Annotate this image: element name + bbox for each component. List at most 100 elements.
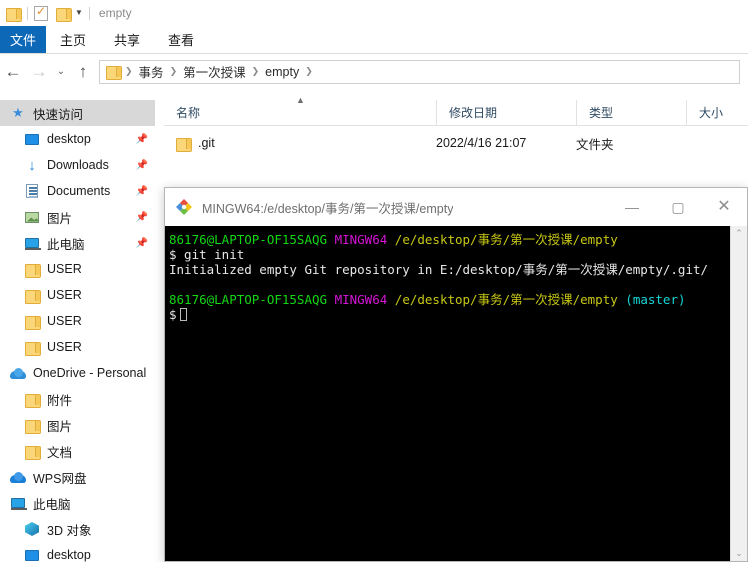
up-arrow-icon[interactable]: ↑ bbox=[70, 59, 96, 85]
sidebar-item-1[interactable]: desktop 📌 bbox=[0, 126, 155, 152]
onedrive-cloud-icon bbox=[10, 365, 26, 381]
terminal-title-bar[interactable]: MINGW64:/e/desktop/事务/第一次授课/empty — ▢ ✕ bbox=[165, 188, 747, 226]
monitor-icon bbox=[24, 131, 40, 147]
terminal-span bbox=[387, 232, 395, 247]
sidebar-item-7[interactable]: USER bbox=[0, 282, 155, 308]
sidebar-item-8[interactable]: USER bbox=[0, 308, 155, 334]
recent-locations-chevron-down-icon[interactable]: ⌄ bbox=[52, 59, 70, 85]
column-header-size[interactable]: 大小 bbox=[686, 100, 748, 125]
tab-home[interactable]: 主页 bbox=[46, 26, 100, 53]
terminal-scrollbar[interactable]: ⌃ ⌄ bbox=[730, 226, 747, 561]
folder-icon bbox=[24, 443, 41, 460]
folder-icon bbox=[24, 391, 41, 408]
sidebar-item-16[interactable]: 3D 对象 bbox=[0, 516, 155, 542]
breadcrumb-separator: ❯ bbox=[251, 66, 260, 76]
breadcrumb-item-0[interactable]: 事务 bbox=[135, 62, 168, 81]
sidebar-item-label: USER bbox=[47, 340, 82, 354]
terminal-span bbox=[327, 232, 335, 247]
terminal-span: $ bbox=[169, 307, 177, 322]
wps-cloud-icon bbox=[10, 469, 26, 485]
pin-icon[interactable]: 📌 bbox=[136, 186, 148, 197]
folder-icon bbox=[106, 65, 122, 80]
sidebar-item-0[interactable]: ★ 快速访问 bbox=[0, 100, 155, 126]
terminal-output[interactable]: 86176@LAPTOP-OF15SAQG MINGW64 /e/desktop… bbox=[165, 226, 730, 561]
pin-icon[interactable]: 📌 bbox=[136, 160, 148, 171]
pin-icon[interactable]: 📌 bbox=[136, 238, 148, 249]
pin-icon[interactable]: 📌 bbox=[136, 134, 148, 145]
3d-object-icon bbox=[24, 521, 40, 537]
sidebar-item-4[interactable]: 图片 📌 bbox=[0, 204, 155, 230]
sidebar-item-label: OneDrive - Personal bbox=[33, 366, 147, 380]
sidebar-item-label: 图片 bbox=[47, 211, 73, 226]
folder-icon bbox=[24, 261, 41, 278]
monitor-icon bbox=[24, 547, 40, 562]
window-controls: — ▢ ✕ bbox=[609, 188, 747, 226]
scroll-down-arrow-icon[interactable]: ⌄ bbox=[735, 546, 743, 561]
folder-icon bbox=[176, 137, 192, 152]
file-name-cell: .git bbox=[164, 136, 436, 152]
terminal-span bbox=[387, 292, 395, 307]
tab-share[interactable]: 共享 bbox=[100, 26, 154, 53]
sidebar-item-6[interactable]: USER bbox=[0, 256, 155, 282]
sidebar-item-2[interactable]: ↓ Downloads 📌 bbox=[0, 152, 155, 178]
terminal-line-0: 86176@LAPTOP-OF15SAQG MINGW64 /e/desktop… bbox=[169, 232, 730, 247]
sidebar-item-3[interactable]: Documents 📌 bbox=[0, 178, 155, 204]
sidebar-item-label: Documents bbox=[47, 184, 111, 198]
computer-icon bbox=[10, 495, 27, 511]
quick-access-toolbar: ▼ empty bbox=[0, 0, 748, 26]
sidebar-item-9[interactable]: USER bbox=[0, 334, 155, 360]
table-row[interactable]: .git 2022/4/16 21:07 文件夹 bbox=[164, 131, 748, 155]
tab-view[interactable]: 查看 bbox=[154, 26, 208, 53]
sidebar-item-14[interactable]: WPS网盘 bbox=[0, 464, 155, 490]
address-bar: ← → ⌄ ↑ ❯ 事务 ❯ 第一次授课 ❯ empty ❯ bbox=[0, 54, 748, 89]
tab-file[interactable]: 文件 bbox=[0, 26, 46, 53]
sidebar-item-label: Downloads bbox=[47, 158, 109, 172]
folder-icon bbox=[24, 417, 41, 434]
sidebar-item-15[interactable]: 此电脑 bbox=[0, 490, 155, 516]
terminal-title-text: MINGW64:/e/desktop/事务/第一次授课/empty bbox=[202, 201, 454, 216]
sidebar-item-label: 此电脑 bbox=[47, 237, 85, 252]
sidebar-item-10[interactable]: OneDrive - Personal bbox=[0, 360, 155, 386]
breadcrumb-separator: ❯ bbox=[125, 66, 133, 76]
column-header-date[interactable]: 修改日期 bbox=[436, 100, 576, 125]
git-bash-icon bbox=[175, 198, 193, 216]
sidebar-item-17[interactable]: desktop bbox=[0, 542, 155, 562]
breadcrumb-item-1[interactable]: 第一次授课 bbox=[179, 62, 250, 81]
column-header-type[interactable]: 类型 bbox=[576, 100, 686, 125]
back-arrow-icon[interactable]: ← bbox=[0, 59, 26, 85]
file-explorer-window: ▼ empty 文件 主页 共享 查看 ← → ⌄ ↑ ❯ 事务 ❯ 第一次授课… bbox=[0, 0, 748, 562]
sidebar-item-label: 附件 bbox=[47, 393, 73, 408]
git-bash-window: MINGW64:/e/desktop/事务/第一次授课/empty — ▢ ✕ … bbox=[164, 187, 748, 562]
close-button[interactable]: ✕ bbox=[701, 188, 747, 226]
maximize-button[interactable]: ▢ bbox=[655, 188, 701, 226]
sidebar-item-12[interactable]: 图片 bbox=[0, 412, 155, 438]
breadcrumb-item-2[interactable]: empty bbox=[261, 65, 303, 79]
folder-icon[interactable] bbox=[6, 7, 22, 22]
sidebar-item-label: USER bbox=[47, 288, 82, 302]
pin-icon[interactable]: 📌 bbox=[136, 212, 148, 223]
terminal-span: /e/desktop/事务/第一次授课/empty bbox=[394, 232, 618, 247]
new-folder-icon[interactable] bbox=[56, 7, 72, 22]
terminal-line-4: 86176@LAPTOP-OF15SAQG MINGW64 /e/desktop… bbox=[169, 292, 730, 307]
scroll-up-arrow-icon[interactable]: ⌃ bbox=[735, 226, 743, 241]
file-type-cell: 文件夹 bbox=[576, 137, 614, 152]
navigation-sidebar[interactable]: ★ 快速访问 desktop 📌 ↓ Downloads 📌 Documents 📌 图片 📌 此电脑… bbox=[0, 100, 155, 562]
minimize-button[interactable]: — bbox=[609, 188, 655, 226]
header-divider bbox=[164, 125, 748, 126]
sidebar-item-11[interactable]: 附件 bbox=[0, 386, 155, 412]
properties-checkmark-icon[interactable] bbox=[34, 4, 48, 21]
toolbar-divider-2 bbox=[88, 6, 90, 20]
file-name-label: .git bbox=[198, 136, 215, 150]
sidebar-item-13[interactable]: 文档 bbox=[0, 438, 155, 464]
terminal-line-1: $ git init bbox=[169, 247, 730, 262]
sidebar-item-label: 快速访问 bbox=[33, 107, 84, 122]
address-input[interactable]: ❯ 事务 ❯ 第一次授课 ❯ empty ❯ bbox=[99, 59, 740, 84]
sort-ascending-icon: ▲ bbox=[296, 95, 305, 105]
chevron-down-icon[interactable]: ▼ bbox=[75, 9, 83, 17]
column-headers: 名称 修改日期 类型 大小 bbox=[164, 100, 748, 125]
sidebar-item-label: 3D 对象 bbox=[47, 523, 92, 538]
terminal-cursor bbox=[179, 308, 187, 321]
folder-icon bbox=[24, 287, 41, 304]
sidebar-item-5[interactable]: 此电脑 📌 bbox=[0, 230, 155, 256]
terminal-span bbox=[327, 292, 335, 307]
